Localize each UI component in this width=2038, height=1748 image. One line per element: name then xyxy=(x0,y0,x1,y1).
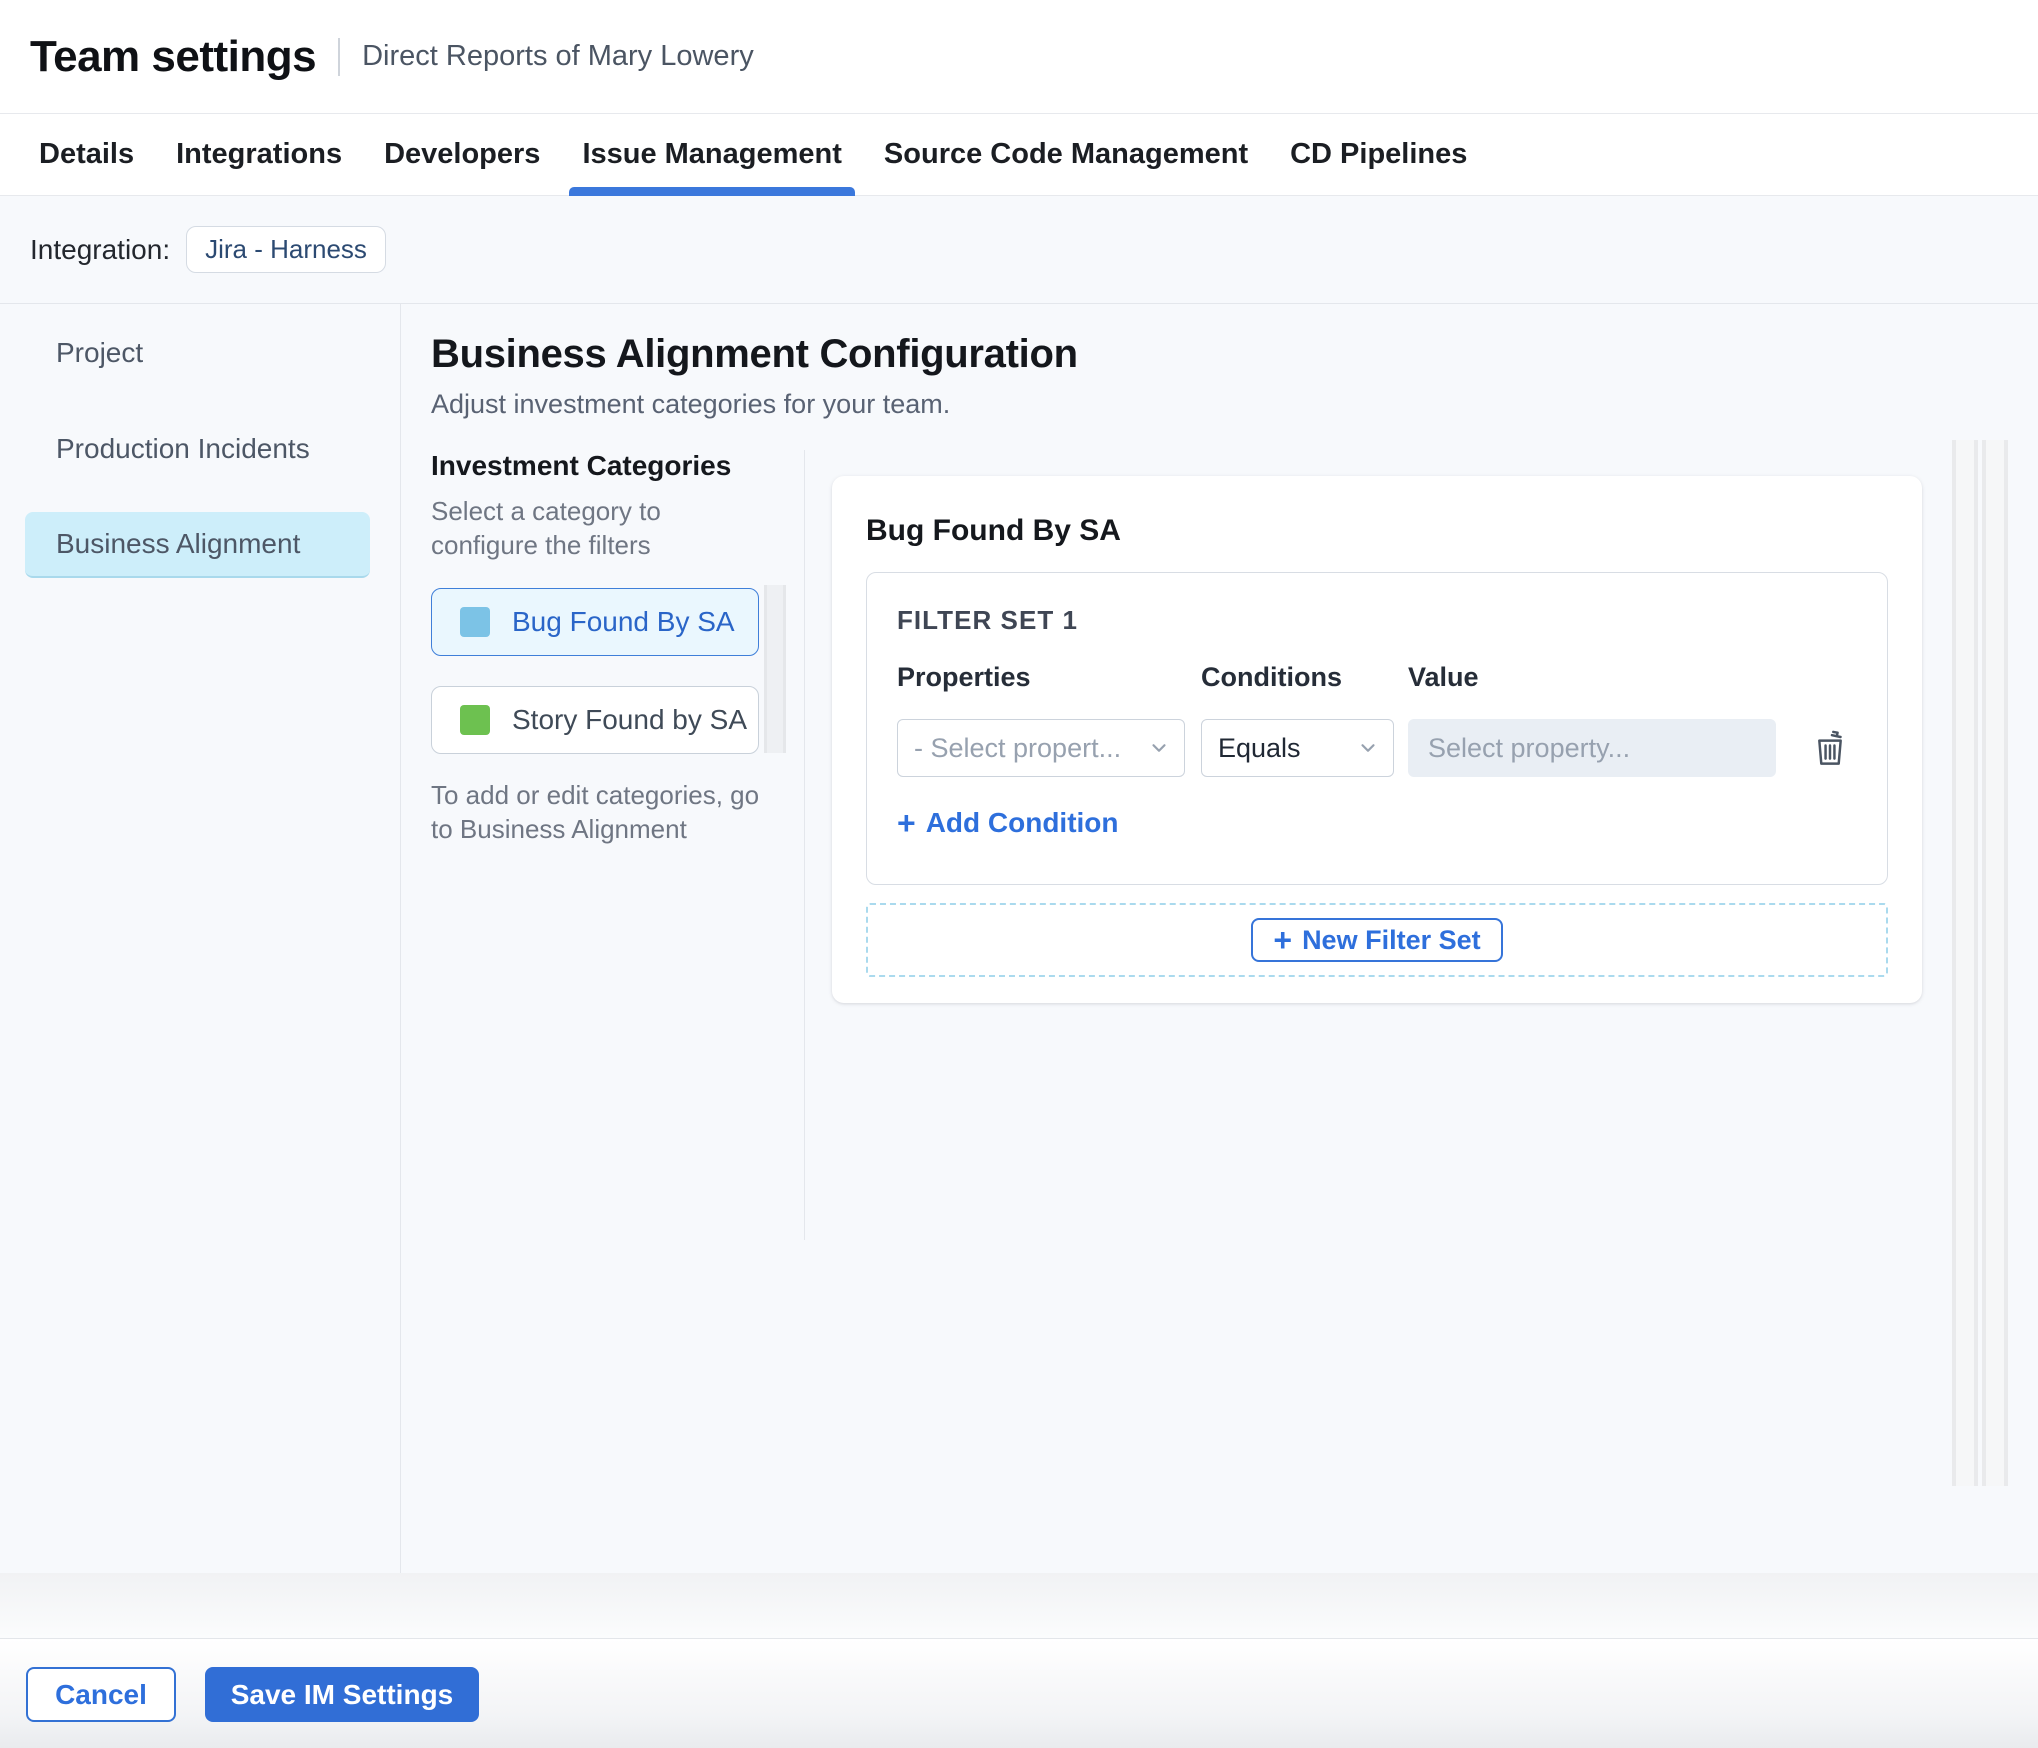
sidebar-item-project[interactable]: Project xyxy=(25,320,370,386)
filter-set-box: FILTER SET 1 Properties Conditions Value… xyxy=(866,572,1888,885)
section-title: Business Alignment Configuration xyxy=(431,332,1078,376)
categories-scrollbar[interactable] xyxy=(764,585,786,753)
property-select-placeholder: - Select propert... xyxy=(914,732,1122,763)
section-subtitle: Adjust investment categories for your te… xyxy=(431,389,951,419)
category-bug-found-by-sa[interactable]: Bug Found By SA xyxy=(431,588,759,656)
integration-row: Integration: Jira - Harness xyxy=(0,196,2038,303)
content-area: Project Production Incidents Business Al… xyxy=(0,303,2038,1573)
property-select[interactable]: - Select propert... xyxy=(897,719,1185,777)
main-panel: Business Alignment Configuration Adjust … xyxy=(401,304,2038,1573)
category-color-swatch xyxy=(460,705,490,735)
chevron-down-icon xyxy=(1361,744,1375,752)
tab-source-code-management[interactable]: Source Code Management xyxy=(884,114,1248,195)
value-column-header: Value xyxy=(1408,662,1479,692)
category-config-card: Bug Found By SA FILTER SET 1 Properties … xyxy=(832,476,1922,1003)
trash-icon xyxy=(1818,730,1842,765)
new-filter-set-button[interactable]: + New Filter Set xyxy=(1251,918,1503,962)
tab-developers[interactable]: Developers xyxy=(384,114,540,195)
filter-set-label: FILTER SET 1 xyxy=(897,605,1079,635)
integration-label: Integration: xyxy=(30,233,171,265)
inner-scrollbar[interactable] xyxy=(1952,440,1978,1486)
filter-panel-column: Bug Found By SA FILTER SET 1 Properties … xyxy=(805,450,2038,1240)
category-story-found-by-sa[interactable]: Story Found by SA xyxy=(431,686,759,754)
cancel-button[interactable]: Cancel xyxy=(26,1667,176,1722)
content-fade-band xyxy=(0,1573,2038,1638)
config-card-title: Bug Found By SA xyxy=(866,514,1121,547)
active-tab-underline xyxy=(569,187,855,196)
page-title: Team settings xyxy=(30,31,317,81)
settings-sidebar: Project Production Incidents Business Al… xyxy=(0,304,401,1573)
outer-scrollbar[interactable] xyxy=(1982,440,2008,1486)
title-divider xyxy=(338,37,341,76)
conditions-column-header: Conditions xyxy=(1201,662,1342,692)
delete-condition-button[interactable] xyxy=(1810,725,1850,771)
plus-icon: + xyxy=(1273,922,1293,958)
settings-tab-bar: Details Integrations Developers Issue Ma… xyxy=(0,113,2038,196)
plus-icon: + xyxy=(897,805,916,841)
condition-select[interactable]: Equals xyxy=(1201,719,1394,777)
chevron-down-icon xyxy=(1152,744,1166,752)
properties-column-header: Properties xyxy=(897,662,1031,692)
new-filter-set-dropzone: + New Filter Set xyxy=(866,903,1888,977)
tab-cd-pipelines[interactable]: CD Pipelines xyxy=(1290,114,1467,195)
sidebar-item-business-alignment[interactable]: Business Alignment xyxy=(25,512,370,578)
category-color-swatch xyxy=(460,607,490,637)
categories-hint: Select a category to configure the filte… xyxy=(431,496,661,560)
add-condition-button[interactable]: + Add Condition xyxy=(897,807,1119,839)
tab-details[interactable]: Details xyxy=(39,114,134,195)
save-im-settings-button[interactable]: Save IM Settings xyxy=(205,1667,479,1722)
condition-select-value: Equals xyxy=(1218,732,1301,763)
integration-chip[interactable]: Jira - Harness xyxy=(186,226,386,273)
categories-heading: Investment Categories xyxy=(431,450,732,481)
sidebar-item-production-incidents[interactable]: Production Incidents xyxy=(25,416,370,482)
footer-action-bar: Cancel Save IM Settings xyxy=(0,1638,2038,1748)
tab-issue-management[interactable]: Issue Management xyxy=(569,114,855,196)
investment-categories-column: Investment Categories Select a category … xyxy=(431,450,805,1240)
page-header: Team settings Direct Reports of Mary Low… xyxy=(0,0,2038,113)
tab-integrations[interactable]: Integrations xyxy=(176,114,342,195)
value-input[interactable] xyxy=(1408,719,1776,777)
team-name-subtitle: Direct Reports of Mary Lowery xyxy=(362,40,754,72)
categories-footnote: To add or edit categories, go to Busines… xyxy=(431,780,760,844)
